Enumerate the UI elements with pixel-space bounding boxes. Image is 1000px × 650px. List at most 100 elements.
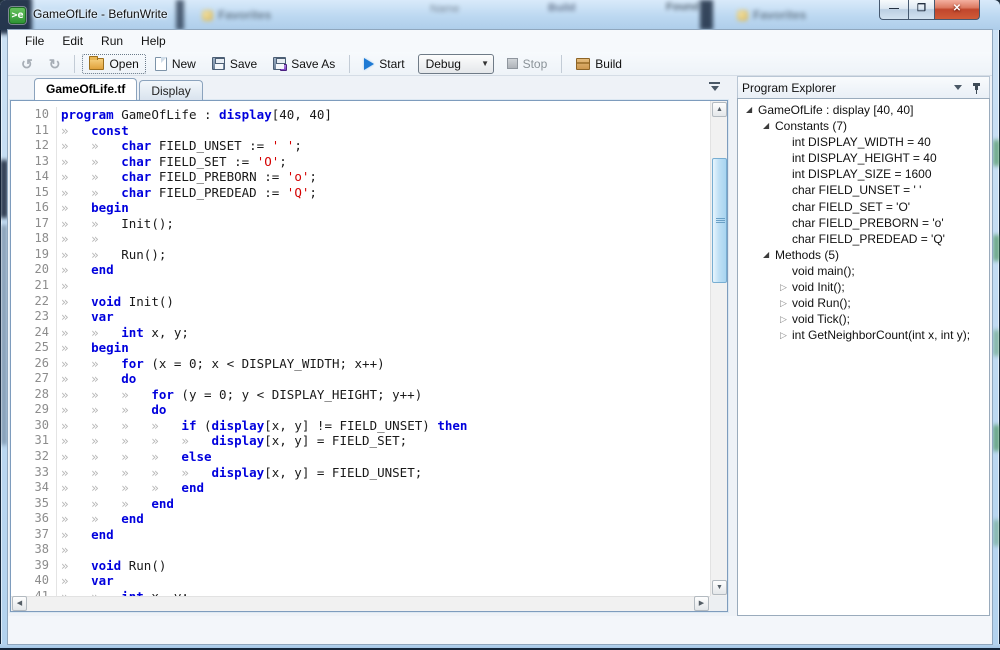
tree-item[interactable]: ◢Constants (7): [738, 118, 989, 134]
tree-item[interactable]: int DISPLAY_HEIGHT = 40: [738, 150, 989, 166]
save-as-button[interactable]: Save As: [266, 54, 342, 74]
scroll-down-button[interactable]: ▼: [712, 580, 727, 595]
code-line[interactable]: 14» » char FIELD_PREBORN := 'o';: [11, 169, 710, 185]
scroll-left-button[interactable]: ◀: [12, 596, 27, 611]
tree-item[interactable]: void main();: [738, 263, 989, 279]
code-line[interactable]: 25» begin: [11, 340, 710, 356]
tree-expander-icon[interactable]: ◢: [763, 118, 775, 134]
tree-item[interactable]: ◢Methods (5): [738, 247, 989, 263]
vertical-scrollbar-thumb[interactable]: [712, 158, 727, 283]
redo-icon: ↻: [49, 57, 61, 71]
code-line[interactable]: 40» var: [11, 573, 710, 589]
code-line[interactable]: 20» end: [11, 262, 710, 278]
tree-item[interactable]: int DISPLAY_SIZE = 1600: [738, 166, 989, 182]
code-line[interactable]: 24» » int x, y;: [11, 325, 710, 341]
program-explorer-header[interactable]: Program Explorer: [737, 76, 990, 98]
code-line[interactable]: 41» » int x, y;: [11, 589, 710, 596]
document-tab-gameoflife-tf[interactable]: GameOfLife.tf: [34, 78, 137, 100]
tree-item[interactable]: char FIELD_SET = 'O': [738, 199, 989, 215]
code-line[interactable]: 30» » » » if (display[x, y] != FIELD_UNS…: [11, 418, 710, 434]
tree-expander-icon[interactable]: ◢: [763, 247, 775, 263]
undo-icon: ↺: [21, 57, 33, 71]
tree-expander-icon[interactable]: ▷: [780, 279, 792, 295]
tree-item[interactable]: char FIELD_PREBORN = 'o': [738, 215, 989, 231]
tree-item[interactable]: char FIELD_PREDEAD = 'Q': [738, 231, 989, 247]
code-line[interactable]: 31» » » » » display[x, y] = FIELD_SET;: [11, 433, 710, 449]
code-line[interactable]: 21»: [11, 278, 710, 294]
code-line[interactable]: 29» » » do: [11, 402, 710, 418]
code-line[interactable]: 10program GameOfLife : display[40, 40]: [11, 107, 710, 123]
code-line[interactable]: 19» » Run();: [11, 247, 710, 263]
code-line[interactable]: 38»: [11, 542, 710, 558]
new-button[interactable]: New: [148, 54, 203, 74]
minimize-button[interactable]: —: [879, 0, 908, 20]
scroll-up-button[interactable]: ▲: [712, 102, 727, 117]
tree-item[interactable]: char FIELD_UNSET = ' ': [738, 182, 989, 198]
start-button[interactable]: Start: [357, 54, 411, 74]
code-line[interactable]: 35» » » end: [11, 496, 710, 512]
pin-icon[interactable]: [972, 82, 981, 94]
code-line[interactable]: 17» » Init();: [11, 216, 710, 232]
code-line[interactable]: 32» » » » else: [11, 449, 710, 465]
document-pane: GameOfLife.tfDisplay 10program GameOfLif…: [8, 76, 732, 616]
start-play-icon: [364, 58, 374, 70]
tree-expander-icon[interactable]: ▷: [780, 295, 792, 311]
background-favorites-label: Favorites: [753, 8, 806, 22]
pane-menu-icon[interactable]: [709, 82, 720, 91]
tree-item[interactable]: ▷void Tick();: [738, 311, 989, 327]
title-bar[interactable]: Favorites Name Build Found Favorites >e …: [0, 0, 1000, 30]
document-tab-display[interactable]: Display: [139, 80, 202, 100]
open-label: Open: [109, 57, 138, 71]
code-line[interactable]: 37» end: [11, 527, 710, 543]
panel-menu-chevron-icon[interactable]: [954, 85, 962, 90]
maximize-button[interactable]: ❐: [908, 0, 935, 20]
redo-button[interactable]: ↻: [42, 54, 68, 74]
code-line[interactable]: 36» » end: [11, 511, 710, 527]
tree-item[interactable]: int DISPLAY_WIDTH = 40: [738, 134, 989, 150]
code-viewport[interactable]: 10program GameOfLife : display[40, 40]11…: [11, 101, 710, 596]
code-line[interactable]: 22» void Init(): [11, 294, 710, 310]
code-line[interactable]: 11» const: [11, 123, 710, 139]
undo-button[interactable]: ↺: [14, 54, 40, 74]
favorites-star-icon: [202, 10, 213, 21]
stop-button[interactable]: Stop: [500, 54, 555, 74]
tree-item[interactable]: ▷void Init();: [738, 279, 989, 295]
horizontal-scrollbar[interactable]: ◀ ▶: [11, 596, 710, 611]
code-line[interactable]: 26» » for (x = 0; x < DISPLAY_WIDTH; x++…: [11, 356, 710, 372]
menu-run[interactable]: Run: [92, 31, 132, 51]
tree-item[interactable]: ▷int GetNeighborCount(int x, int y);: [738, 327, 989, 343]
tree-expander-icon[interactable]: ◢: [746, 102, 758, 118]
code-line[interactable]: 39» void Run(): [11, 558, 710, 574]
code-line[interactable]: 34» » » » end: [11, 480, 710, 496]
tree-expander-icon[interactable]: ▷: [780, 311, 792, 327]
tree-expander-icon[interactable]: ▷: [780, 327, 792, 343]
tree-item[interactable]: ◢GameOfLife : display [40, 40]: [738, 102, 989, 118]
build-button[interactable]: Build: [569, 54, 629, 74]
tree-item-label: char FIELD_SET = 'O': [792, 199, 910, 215]
start-label: Start: [379, 57, 404, 71]
line-number: 25: [11, 340, 57, 356]
close-button[interactable]: ✕: [935, 0, 980, 20]
background-desktop-artifact: [993, 140, 1000, 166]
code-line[interactable]: 12» » char FIELD_UNSET := ' ';: [11, 138, 710, 154]
run-mode-combobox[interactable]: Debug ▼: [418, 54, 494, 74]
code-line[interactable]: 16» begin: [11, 200, 710, 216]
code-line[interactable]: 28» » » for (y = 0; y < DISPLAY_HEIGHT; …: [11, 387, 710, 403]
menu-edit[interactable]: Edit: [53, 31, 92, 51]
code-line[interactable]: 15» » char FIELD_PREDEAD := 'Q';: [11, 185, 710, 201]
code-line[interactable]: 23» var: [11, 309, 710, 325]
menu-file[interactable]: File: [16, 31, 53, 51]
menu-help[interactable]: Help: [132, 31, 175, 51]
scroll-right-button[interactable]: ▶: [694, 596, 709, 611]
code-line[interactable]: 33» » » » » display[x, y] = FIELD_UNSET;: [11, 465, 710, 481]
open-button[interactable]: Open: [82, 54, 145, 74]
code-line[interactable]: 27» » do: [11, 371, 710, 387]
vertical-scrollbar[interactable]: ▲ ▼: [710, 101, 727, 596]
code-line[interactable]: 13» » char FIELD_SET := 'O';: [11, 154, 710, 170]
code-editor[interactable]: 10program GameOfLife : display[40, 40]11…: [10, 100, 728, 612]
save-button[interactable]: Save: [205, 54, 264, 74]
chevron-down-icon: ▼: [478, 59, 493, 68]
tree-item-label: int DISPLAY_SIZE = 1600: [792, 166, 932, 182]
tree-item[interactable]: ▷void Run();: [738, 295, 989, 311]
code-line[interactable]: 18» »: [11, 231, 710, 247]
